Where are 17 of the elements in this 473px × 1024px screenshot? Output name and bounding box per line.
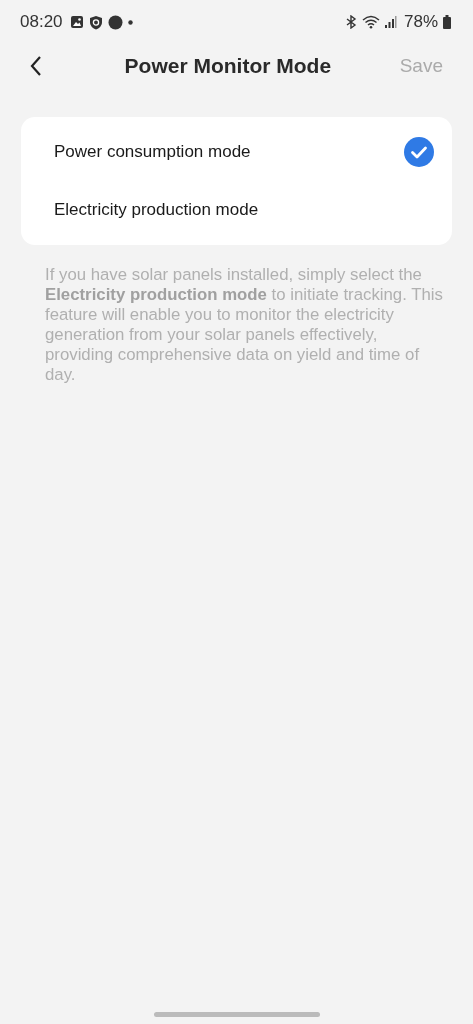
bluetooth-icon: [344, 15, 357, 29]
checkmark-icon: [404, 137, 434, 167]
signal-icon: [384, 15, 397, 29]
gallery-icon: [69, 15, 84, 29]
battery-percent: 78%: [403, 12, 438, 32]
mode-label: Electricity production mode: [54, 200, 259, 220]
back-icon: [30, 55, 42, 77]
battery-icon: [443, 15, 451, 29]
shield-icon: [88, 14, 103, 30]
description-text: If you have solar panels installed, simply select the Electricity production mode to initiate tracking. This feature will enable you to monitor the electricity generation from your solar panels effectively, providing comprehensive data on yield and time of day.: [45, 265, 443, 385]
mode-label: Power consumption mode: [54, 142, 251, 162]
dot-icon: [127, 19, 133, 25]
status-time: 08:20: [20, 12, 63, 32]
page-title: Power Monitor Mode: [123, 54, 333, 78]
wifi-icon: [361, 15, 380, 29]
mode-option[interactable]: Electricity production mode: [21, 181, 452, 239]
mode-option[interactable]: Power consumption mode: [21, 123, 452, 181]
